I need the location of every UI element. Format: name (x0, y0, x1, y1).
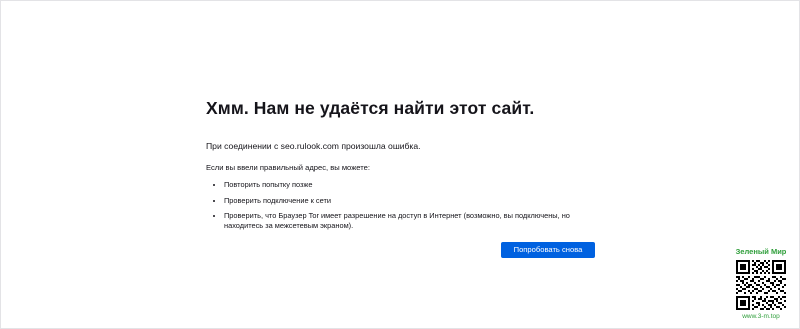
suggestions-list: Повторить попытку позже Проверить подклю… (206, 180, 596, 231)
error-page: Хмм. Нам не удаётся найти этот сайт. При… (0, 0, 800, 329)
retry-button[interactable]: Попробовать снова (501, 242, 595, 258)
watermark-url: www.3-m.top (742, 313, 780, 320)
suggestion-item: Повторить попытку позже (224, 180, 596, 190)
suggestions-intro: Если вы ввели правильный адрес, вы может… (206, 163, 370, 172)
qr-code-icon (736, 260, 786, 310)
error-container: Хмм. Нам не удаётся найти этот сайт. При… (206, 97, 596, 258)
watermark: Зеленый Мир www.3-m.top (727, 247, 795, 321)
error-description: При соединении с seo.rulook.com произошл… (206, 141, 421, 151)
suggestion-item: Проверить подключение к сети (224, 196, 596, 206)
page-title: Хмм. Нам не удаётся найти этот сайт. (206, 98, 535, 118)
watermark-title: Зеленый Мир (735, 247, 787, 256)
suggestion-item: Проверить, что Браузер Tor имеет разреше… (224, 211, 596, 231)
